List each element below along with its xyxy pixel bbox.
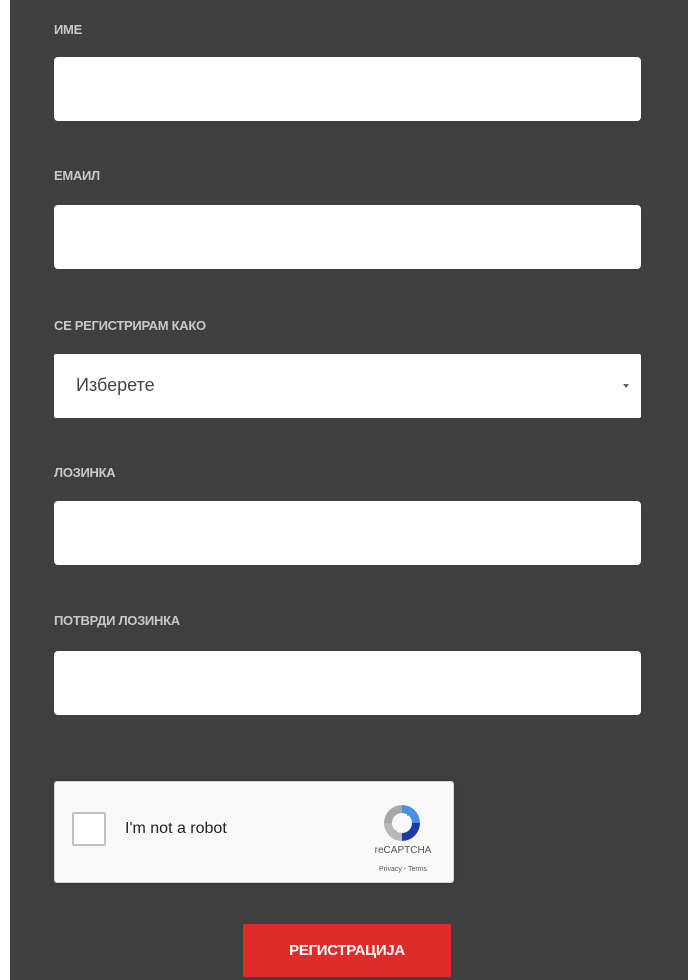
name-input[interactable] bbox=[54, 57, 641, 121]
recaptcha-widget: I'm not a robot reCAPTCHA Privacy - Term… bbox=[54, 781, 454, 883]
privacy-link[interactable]: Privacy bbox=[379, 866, 402, 873]
email-label: ЕМАИЛ bbox=[54, 168, 100, 183]
recaptcha-brand: reCAPTCHA bbox=[374, 845, 432, 856]
recaptcha-label: I'm not a robot bbox=[125, 820, 227, 837]
password-label: ЛОЗИНКА bbox=[54, 465, 116, 480]
recaptcha-links: Privacy - Terms bbox=[365, 866, 441, 873]
email-input[interactable] bbox=[54, 205, 641, 269]
caret-down-icon bbox=[623, 384, 629, 388]
register-button[interactable]: РЕГИСТРАЦИЈА bbox=[243, 924, 451, 977]
register-as-label: СЕ РЕГИСТРИРАМ КАКО bbox=[54, 318, 206, 333]
recaptcha-checkbox[interactable] bbox=[72, 812, 106, 846]
confirm-password-input[interactable] bbox=[54, 651, 641, 715]
register-as-select[interactable]: Изберете bbox=[54, 354, 641, 418]
password-input[interactable] bbox=[54, 501, 641, 565]
name-label: ИМЕ bbox=[54, 22, 82, 37]
register-as-selected-value: Изберете bbox=[76, 375, 155, 395]
confirm-password-label: ПОТВРДИ ЛОЗИНКА bbox=[54, 613, 180, 628]
recaptcha-icon bbox=[384, 805, 420, 841]
terms-link[interactable]: Terms bbox=[408, 866, 427, 873]
registration-panel: ИМЕ ЕМАИЛ СЕ РЕГИСТРИРАМ КАКО Изберете Л… bbox=[10, 0, 688, 980]
